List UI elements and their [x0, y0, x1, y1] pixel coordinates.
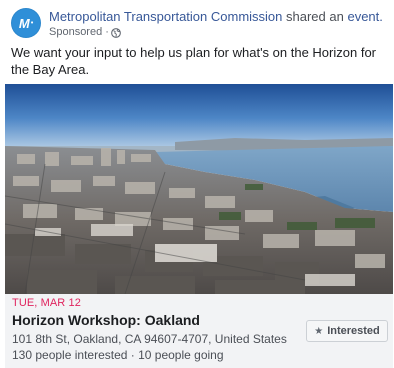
post-attribution: Metropolitan Transportation Commission s… — [49, 9, 383, 25]
star-icon: ★ — [314, 325, 324, 337]
event-date: TUE, MAR 12 — [12, 297, 81, 309]
mtc-logo-icon[interactable]: M • — [11, 8, 41, 38]
event-attendance: 130 people interested · 10 people going — [12, 348, 224, 362]
shared-text: shared an — [286, 9, 344, 24]
event-cover-photo[interactable] — [5, 84, 393, 294]
event-title[interactable]: Horizon Workshop: Oakland — [12, 311, 200, 329]
sponsored-label[interactable]: Sponsored · — [49, 26, 109, 39]
aerial-city-photo — [5, 84, 393, 294]
interested-button[interactable]: ★ Interested — [306, 320, 388, 342]
page-name-link[interactable]: Metropolitan Transportation Commission — [49, 9, 282, 24]
sponsored-event-post: M • Metropolitan Transportation Commissio… — [0, 0, 394, 368]
event-link[interactable]: event. — [347, 9, 382, 24]
event-card[interactable]: TUE, MAR 12 Horizon Workshop: Oakland 10… — [5, 294, 393, 368]
post-message: We want your input to help us plan for w… — [11, 45, 376, 77]
globe-icon — [111, 27, 121, 38]
interested-label: Interested — [327, 325, 380, 337]
event-address: 101 8th St, Oakland, CA 94607-4707, Unit… — [12, 332, 287, 346]
post-header: M • Metropolitan Transportation Commissio… — [0, 0, 394, 42]
sponsored-line: Sponsored · — [49, 26, 121, 39]
